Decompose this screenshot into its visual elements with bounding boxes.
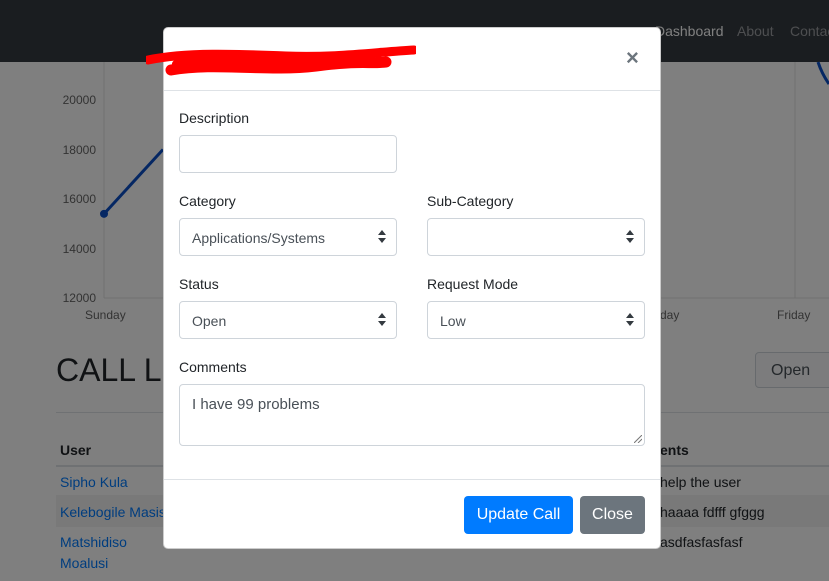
category-select[interactable]: Applications/Systems <box>179 218 397 256</box>
description-label: Description <box>179 110 250 126</box>
select-arrows-icon <box>378 230 387 244</box>
category-label: Category <box>179 193 236 209</box>
request-mode-label: Request Mode <box>427 276 519 292</box>
select-arrows-icon <box>626 313 635 327</box>
update-call-button[interactable]: Update Call <box>464 496 573 534</box>
close-icon[interactable]: × <box>626 47 639 69</box>
close-button[interactable]: Close <box>580 496 645 534</box>
select-arrows-icon <box>626 230 635 244</box>
category-select-value: Applications/Systems <box>192 230 326 246</box>
subcategory-select[interactable] <box>427 218 645 256</box>
subcategory-label: Sub-Category <box>427 193 514 209</box>
status-select-value: Open <box>192 313 227 329</box>
modal-footer-divider <box>164 479 660 480</box>
request-mode-select-value: Low <box>440 313 466 329</box>
status-label: Status <box>179 276 219 292</box>
modal-header: × <box>146 28 660 91</box>
status-select[interactable]: Open <box>179 301 397 339</box>
request-mode-select[interactable]: Low <box>427 301 645 339</box>
comments-label: Comments <box>179 359 247 375</box>
comments-text: I have 99 problems <box>192 396 320 413</box>
redaction-scribble <box>146 45 416 76</box>
comments-textarea[interactable]: I have 99 problems <box>179 384 645 446</box>
edit-call-modal: × Description Category Applications/Syst… <box>146 27 661 549</box>
resize-handle-icon[interactable] <box>634 435 642 443</box>
select-arrows-icon <box>378 313 387 327</box>
description-input[interactable] <box>179 135 397 173</box>
